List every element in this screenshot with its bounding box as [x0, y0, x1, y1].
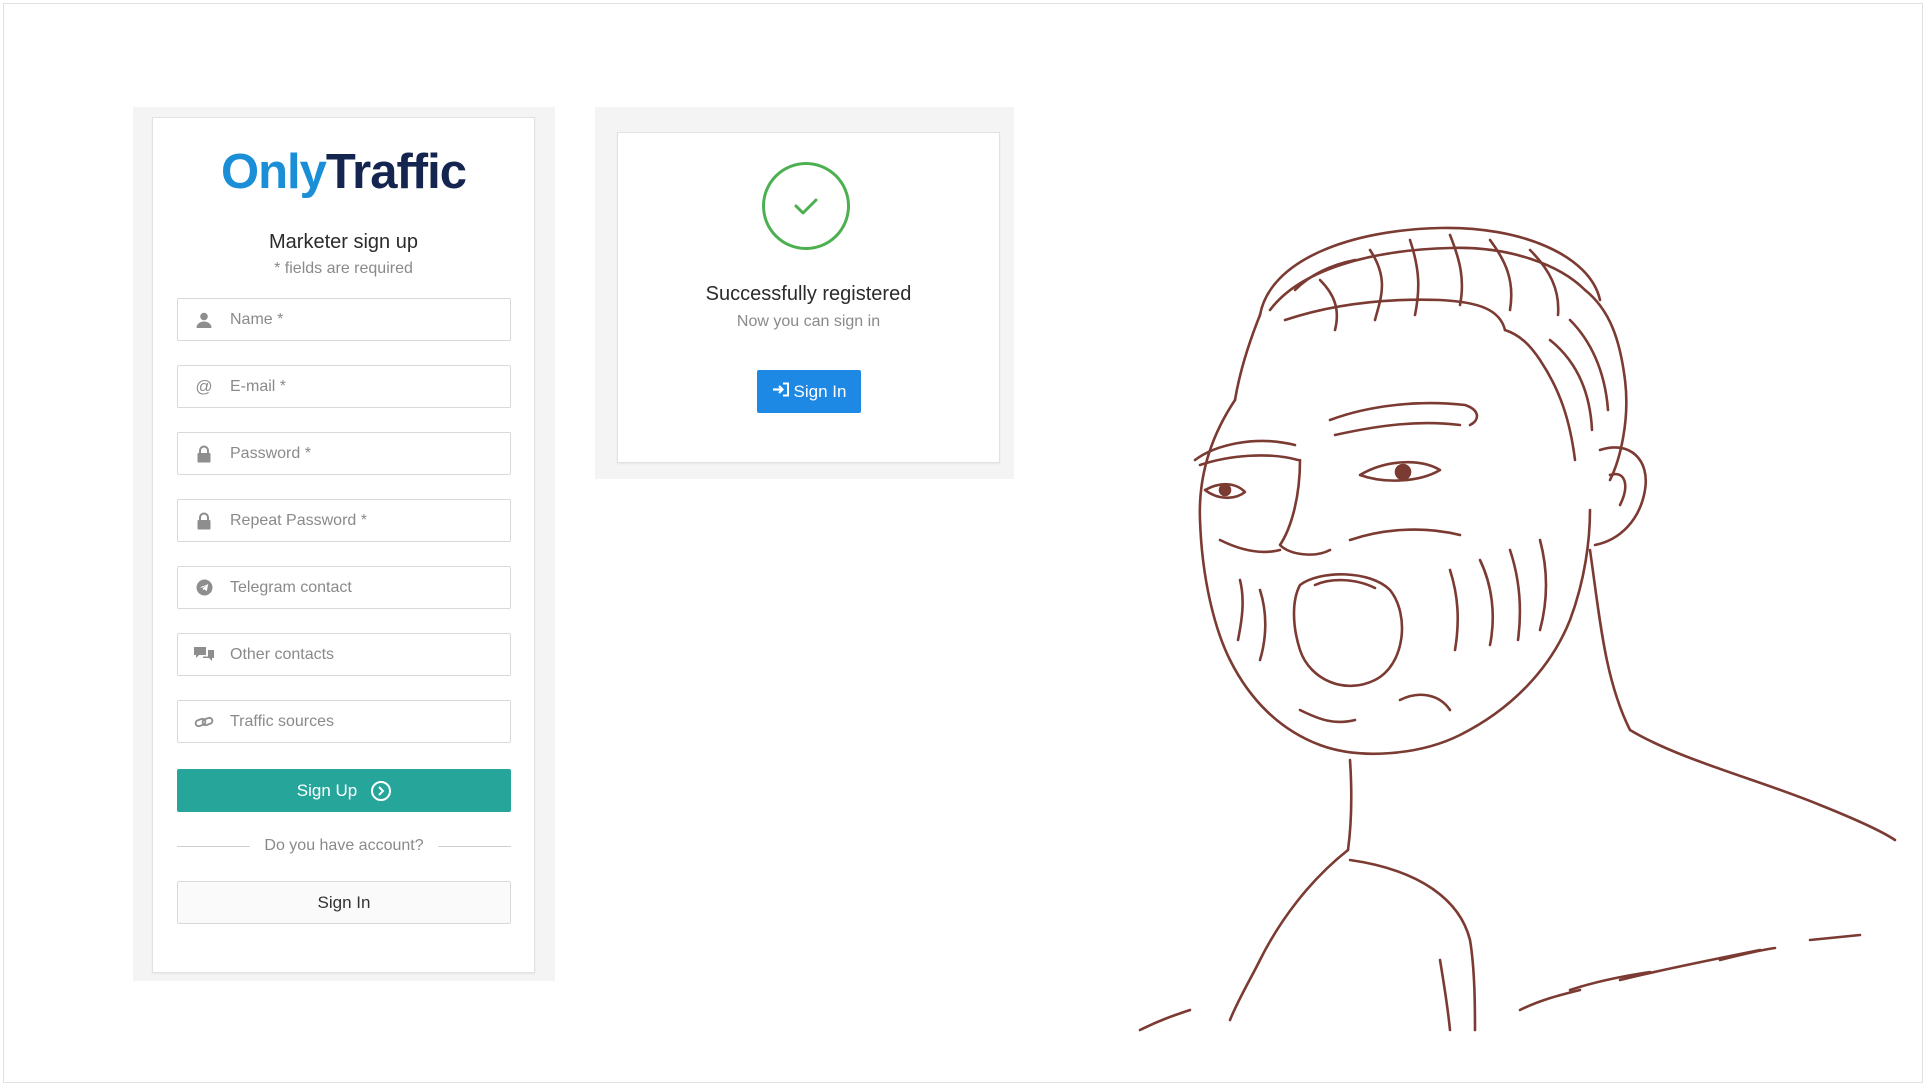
- success-subtitle: Now you can sign in: [736, 313, 881, 330]
- bearded-man-sketch-illustration: [1138, 226, 1897, 1032]
- signin-primary-label: Sign In: [793, 381, 847, 401]
- check-circle-icon: [762, 162, 850, 250]
- success-title: Successfully registered: [705, 283, 912, 305]
- traffic-sources-field[interactable]: Traffic sources: [177, 700, 511, 743]
- signup-title: Marketer sign up: [269, 231, 418, 253]
- traffic-sources-placeholder: Traffic sources: [230, 712, 335, 730]
- user-icon: [178, 299, 230, 340]
- logo-part-only: Only: [221, 145, 327, 199]
- signup-panel: OnlyTraffic Marketer sign up * fields ar…: [133, 107, 555, 981]
- signin-secondary-button[interactable]: Sign In: [177, 881, 511, 924]
- password-placeholder: Password *: [230, 444, 311, 462]
- repeat-password-field[interactable]: Repeat Password *: [177, 499, 511, 542]
- signin-secondary-label: Sign In: [317, 892, 371, 912]
- at-icon: @: [195, 376, 213, 396]
- sign-in-icon: [772, 382, 790, 402]
- logo-part-traffic: Traffic: [325, 145, 467, 199]
- divider-line-left: [177, 845, 251, 847]
- repeat-password-placeholder: Repeat Password *: [230, 511, 367, 529]
- success-card: Successfully registered Now you can sign…: [617, 132, 1000, 463]
- onlytraffic-logo: OnlyTraffic: [153, 142, 534, 202]
- signup-button[interactable]: Sign Up: [177, 769, 511, 812]
- lock-icon: [178, 433, 230, 474]
- other-contacts-placeholder: Other contacts: [230, 645, 335, 663]
- name-field[interactable]: Name *: [177, 298, 511, 341]
- email-placeholder: E-mail *: [230, 377, 287, 395]
- telegram-placeholder: Telegram contact: [230, 578, 352, 596]
- chat-icon: [178, 634, 230, 675]
- telegram-field[interactable]: Telegram contact: [177, 566, 511, 609]
- other-contacts-field[interactable]: Other contacts: [177, 633, 511, 676]
- success-panel: Successfully registered Now you can sign…: [595, 107, 1014, 479]
- signin-primary-button[interactable]: Sign In: [757, 370, 861, 413]
- name-placeholder: Name *: [230, 310, 284, 328]
- password-field[interactable]: Password *: [177, 432, 511, 475]
- telegram-icon: [178, 567, 230, 608]
- chevron-right-circle-icon: [371, 780, 392, 801]
- signup-button-label: Sign Up: [296, 780, 358, 800]
- divider-line-right: [437, 845, 511, 847]
- link-icon: [178, 701, 230, 742]
- email-field[interactable]: @ E-mail *: [177, 365, 511, 408]
- divider-text: Do you have account?: [264, 837, 424, 854]
- account-divider: Do you have account?: [177, 836, 511, 856]
- lock-icon: [178, 500, 230, 541]
- signup-card: OnlyTraffic Marketer sign up * fields ar…: [152, 117, 535, 973]
- required-fields-note: * fields are required: [274, 260, 413, 277]
